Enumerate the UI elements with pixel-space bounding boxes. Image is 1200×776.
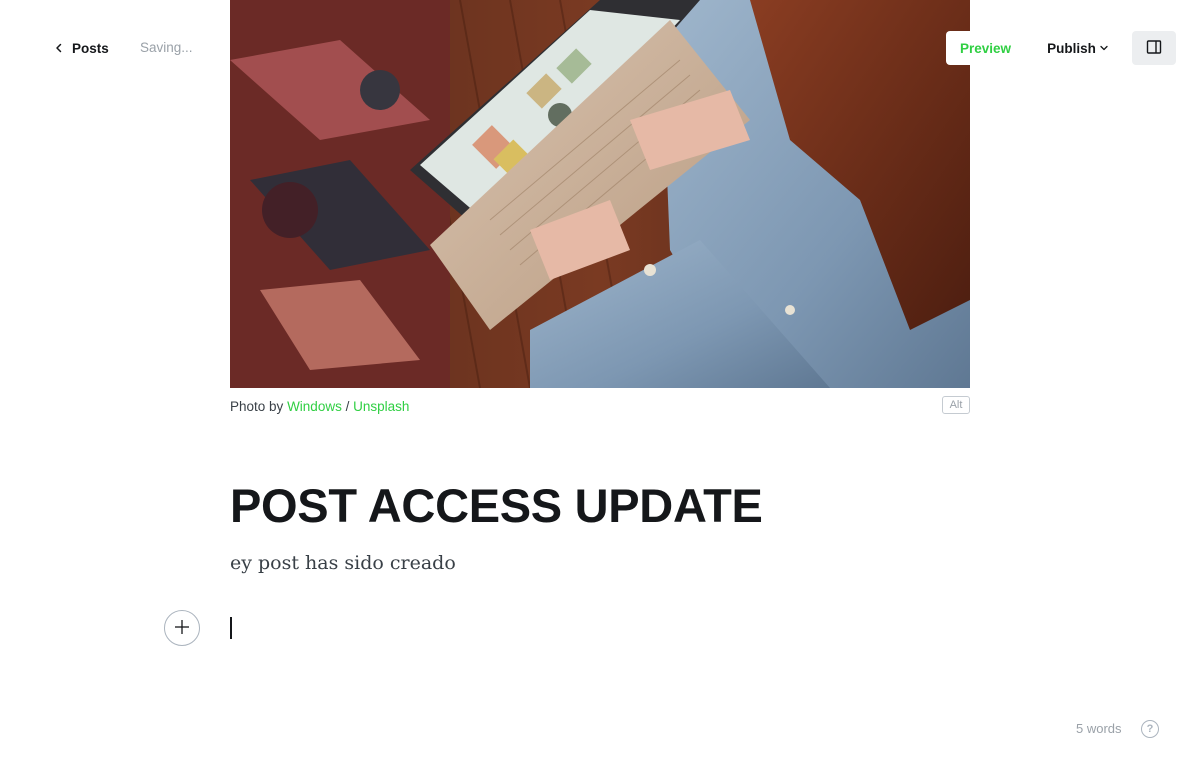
back-to-posts-link[interactable]: Posts (54, 38, 109, 58)
caption-source-link[interactable]: Unsplash (353, 399, 409, 414)
chevron-down-icon (1099, 41, 1109, 56)
plus-icon (174, 619, 190, 638)
preview-button-label: Preview (959, 40, 1012, 56)
publish-button-label: Publish (1047, 40, 1096, 56)
settings-sidebar-toggle[interactable] (1132, 31, 1176, 65)
chevron-left-icon (54, 41, 64, 56)
save-status: Saving... (140, 40, 193, 55)
question-icon[interactable]: ? (1141, 720, 1159, 738)
add-card-button[interactable] (164, 610, 200, 646)
caption-prefix: Photo by (230, 399, 284, 414)
post-title[interactable]: POST ACCESS UPDATE (230, 478, 763, 533)
post-excerpt[interactable]: ey post has sido creado (230, 552, 456, 574)
feature-image-caption: Photo by Windows / Unsplash (230, 399, 409, 414)
caption-separator: / (345, 399, 350, 414)
preview-button[interactable]: Preview (946, 31, 1025, 65)
text-cursor (230, 617, 232, 639)
editor-header: Posts Saving... Preview Publish (0, 0, 1200, 96)
caption-author-link[interactable]: Windows (287, 399, 342, 414)
sidebar-panel-icon (1146, 39, 1162, 58)
alt-text-button[interactable]: Alt (942, 396, 970, 414)
post-body-editor[interactable] (230, 610, 970, 650)
publish-button[interactable]: Publish (1038, 31, 1118, 65)
word-count: 5 words (1076, 721, 1122, 736)
back-link-label: Posts (72, 40, 109, 56)
